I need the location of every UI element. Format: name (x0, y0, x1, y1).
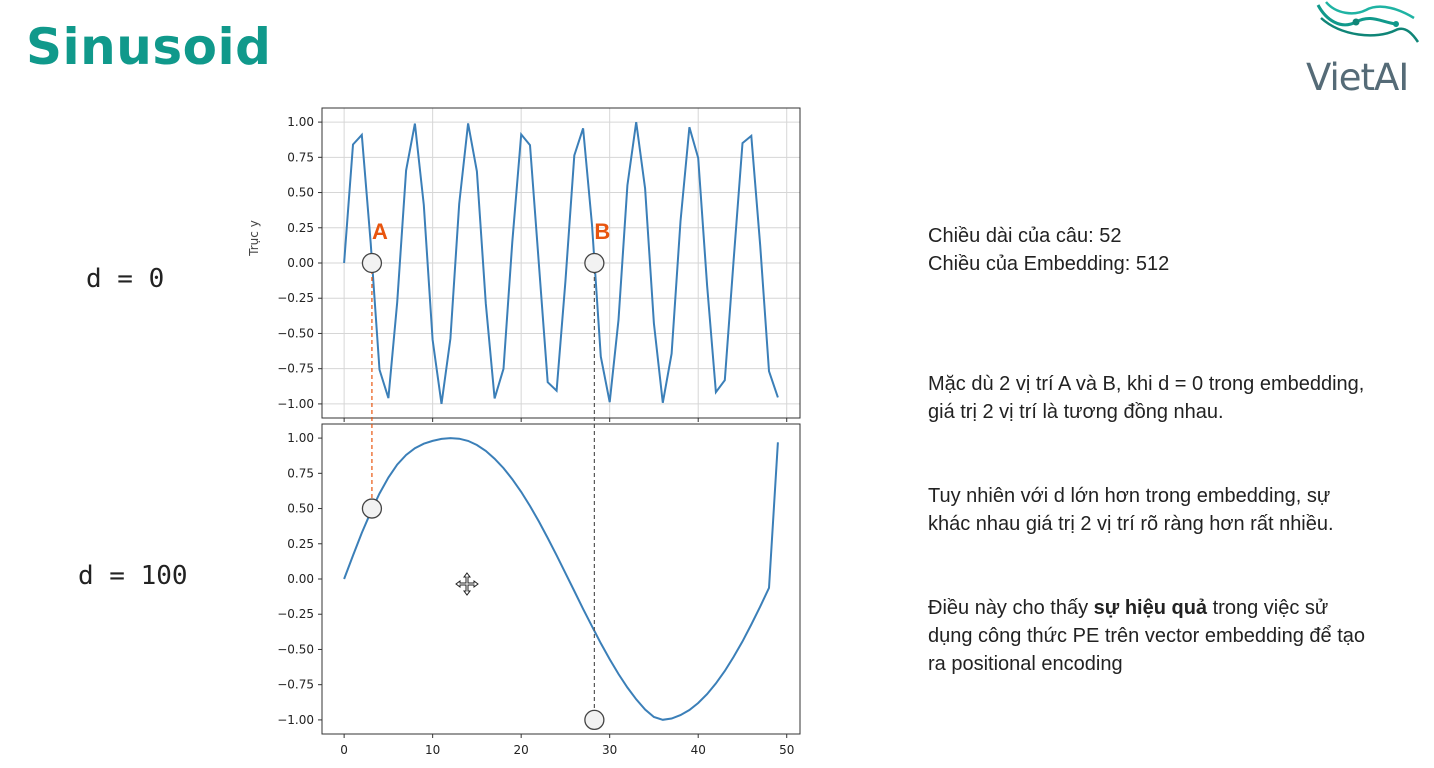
y-tick-label: 0.75 (287, 150, 314, 164)
marker-point-1-1 (584, 709, 605, 731)
x-tick-label: 20 (514, 743, 529, 757)
series-line (343, 437, 779, 721)
y-tick-label: 0.50 (287, 502, 314, 516)
y-tick-label: −1.00 (277, 713, 314, 727)
sentence-length-text: Chiều dài của câu: 52 (928, 225, 1122, 247)
x-tick-label: 50 (779, 743, 794, 757)
info-para-3-bold: sự hiệu quả (1093, 597, 1208, 619)
info-para-3-prefix: Điều này cho thấy (928, 597, 1094, 619)
embedding-dim-text: Chiều của Embedding: 512 (928, 253, 1170, 275)
y-tick-label: 1.00 (287, 431, 314, 445)
logo-text: VietAI (1306, 56, 1409, 99)
y-axis-label: Trục y (247, 220, 261, 257)
annotation-label-A: A (372, 219, 388, 244)
y-tick-label: −0.75 (277, 362, 314, 376)
y-tick-label: −0.25 (277, 291, 314, 305)
y-tick-label: −1.00 (277, 397, 314, 411)
y-tick-label: 0.25 (287, 537, 314, 551)
y-tick-label: 0.25 (287, 221, 314, 235)
move-cursor-icon (455, 572, 479, 596)
info-para-1: Mặc dù 2 vị trí A và B, khi d = 0 trong … (928, 373, 1365, 423)
x-tick-label: 40 (691, 743, 706, 757)
y-tick-label: 1.00 (287, 115, 314, 129)
x-tick-label: 10 (425, 743, 440, 757)
info-para-3: Điều này cho thấy sự hiệu quả trong việc… (928, 594, 1368, 678)
info-para-2: Tuy nhiên với d lớn hơn trong embedding,… (928, 485, 1334, 535)
marker-point-0-0 (361, 252, 383, 274)
marker-point-0-1 (584, 252, 605, 274)
y-tick-label: −0.75 (277, 678, 314, 692)
y-tick-label: −0.25 (277, 607, 314, 621)
x-tick-label: 0 (340, 743, 348, 757)
annotation-label-B: B (594, 219, 610, 244)
y-tick-label: 0.50 (287, 186, 314, 200)
sinusoid-chart: 1.00 0.75 0.50 0.25 0.00 −0.25 −0.50 −0.75 −1.00… (247, 107, 801, 757)
y-tick-label: −0.50 (277, 326, 314, 340)
y-tick-label: 0.00 (287, 572, 314, 586)
y-tick-label: 0.00 (287, 256, 314, 270)
marker-point-1-0 (361, 498, 383, 519)
info-summary: Chiều dài của câu: 52 Chiều của Embeddin… (928, 222, 1169, 278)
y-tick-label: 0.75 (287, 466, 314, 480)
x-tick-label: 30 (602, 743, 617, 757)
y-tick-label: −0.50 (277, 642, 314, 656)
